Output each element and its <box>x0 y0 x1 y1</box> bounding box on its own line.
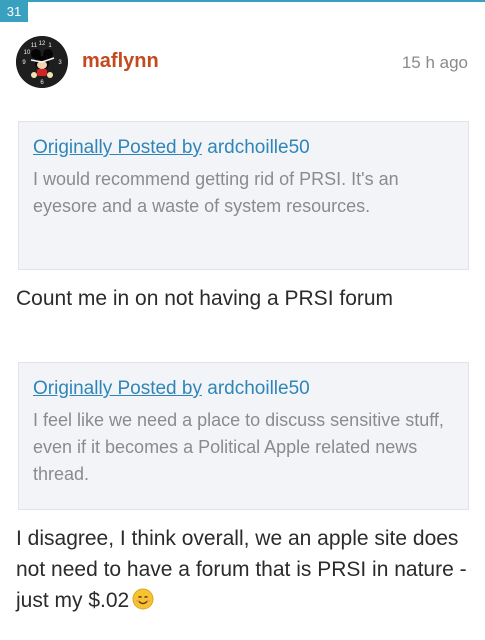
quote-block: Originally Posted by ardchoille50 I woul… <box>18 121 469 270</box>
reply-text: Count me in on not having a PRSI forum <box>16 287 394 310</box>
quote-text: I feel like we need a place to discuss s… <box>33 410 444 484</box>
svg-text:11: 11 <box>31 43 38 49</box>
quote-block: Originally Posted by ardchoille50 I feel… <box>18 362 469 510</box>
mickey-mouse-clock-icon: 12 1 11 10 9 3 6 <box>16 36 68 88</box>
svg-text:10: 10 <box>24 50 31 56</box>
avatar[interactable]: 12 1 11 10 9 3 6 <box>16 36 68 88</box>
quote-author[interactable]: ardchoille50 <box>207 137 309 158</box>
quote-header: Originally Posted by ardchoille50 <box>33 377 454 401</box>
reply-message: I disagree, I think overall, we an apple… <box>16 523 471 619</box>
top-accent-line <box>0 0 485 2</box>
quote-author[interactable]: ardchoille50 <box>207 378 309 399</box>
username[interactable]: maflynn <box>82 50 159 73</box>
quote-text: I would recommend getting rid of PRSI. I… <box>33 169 399 216</box>
svg-text:12: 12 <box>39 41 46 47</box>
reply-text: I disagree, I think overall, we an apple… <box>16 527 467 612</box>
originally-posted-link[interactable]: Originally Posted by <box>33 137 202 158</box>
originally-posted-link[interactable]: Originally Posted by <box>33 378 202 399</box>
post-timestamp: 15 h ago <box>401 53 468 72</box>
smiling-face-icon <box>132 588 154 619</box>
post-number-badge[interactable]: 31 <box>0 2 28 22</box>
quote-header: Originally Posted by ardchoille50 <box>33 136 454 160</box>
